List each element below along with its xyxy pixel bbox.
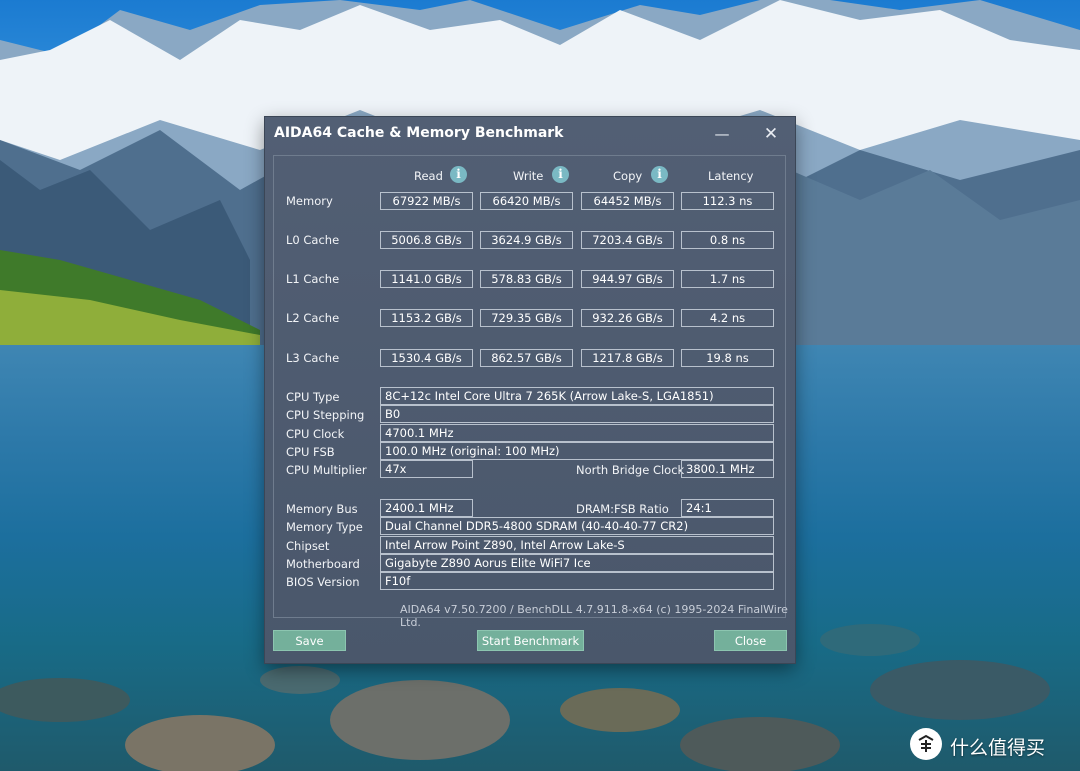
motherboard-value: Gigabyte Z890 Aorus Elite WiFi7 Ice bbox=[380, 554, 774, 572]
save-button[interactable]: Save bbox=[273, 630, 346, 651]
bios-version-label: BIOS Version bbox=[286, 575, 360, 589]
chipset-label: Chipset bbox=[286, 539, 330, 553]
start-benchmark-button[interactable]: Start Benchmark bbox=[477, 630, 584, 651]
l3-latency-value: 19.8 ns bbox=[681, 349, 774, 367]
l0-latency-value: 0.8 ns bbox=[681, 231, 774, 249]
read-info-icon[interactable]: i bbox=[450, 166, 467, 183]
cpu-type-label: CPU Type bbox=[286, 390, 340, 404]
write-info-icon[interactable]: i bbox=[552, 166, 569, 183]
cpu-type-value: 8C+12c Intel Core Ultra 7 265K (Arrow La… bbox=[380, 387, 774, 405]
memory-bus-value: 2400.1 MHz bbox=[380, 499, 473, 517]
cpu-clock-label: CPU Clock bbox=[286, 427, 345, 441]
memory-bus-label: Memory Bus bbox=[286, 502, 358, 516]
memory-write-value: 66420 MB/s bbox=[480, 192, 573, 210]
l0-read-value: 5006.8 GB/s bbox=[380, 231, 473, 249]
memory-copy-value: 64452 MB/s bbox=[581, 192, 674, 210]
l1-copy-value: 944.97 GB/s bbox=[581, 270, 674, 288]
cpu-multiplier-value: 47x bbox=[380, 460, 473, 478]
version-copyright-text: AIDA64 v7.50.7200 / BenchDLL 4.7.911.8-x… bbox=[400, 603, 788, 629]
memory-read-value: 67922 MB/s bbox=[380, 192, 473, 210]
l2-latency-value: 4.2 ns bbox=[681, 309, 774, 327]
memory-latency-value: 112.3 ns bbox=[681, 192, 774, 210]
row-label-l0-cache: L0 Cache bbox=[286, 233, 340, 247]
l1-latency-value: 1.7 ns bbox=[681, 270, 774, 288]
north-bridge-clock-label: North Bridge Clock bbox=[576, 463, 685, 477]
cpu-fsb-value: 100.0 MHz (original: 100 MHz) bbox=[380, 442, 774, 460]
l2-write-value: 729.35 GB/s bbox=[480, 309, 573, 327]
memory-type-label: Memory Type bbox=[286, 520, 363, 534]
l1-read-value: 1141.0 GB/s bbox=[380, 270, 473, 288]
row-label-l1-cache: L1 Cache bbox=[286, 272, 340, 286]
row-label-l2-cache: L2 Cache bbox=[286, 311, 340, 325]
column-header-read: Read bbox=[414, 169, 443, 183]
close-button[interactable]: Close bbox=[714, 630, 787, 651]
l0-copy-value: 7203.4 GB/s bbox=[581, 231, 674, 249]
bios-version-value: F10f bbox=[380, 572, 774, 590]
cpu-fsb-label: CPU FSB bbox=[286, 445, 335, 459]
memory-type-value: Dual Channel DDR5-4800 SDRAM (40-40-40-7… bbox=[380, 517, 774, 535]
l3-read-value: 1530.4 GB/s bbox=[380, 349, 473, 367]
benchmark-dialog: AIDA64 Cache & Memory Benchmark — ✕ Read… bbox=[265, 117, 795, 663]
l2-copy-value: 932.26 GB/s bbox=[581, 309, 674, 327]
cpu-stepping-value: B0 bbox=[380, 405, 774, 423]
l2-read-value: 1153.2 GB/s bbox=[380, 309, 473, 327]
motherboard-label: Motherboard bbox=[286, 557, 360, 571]
l3-write-value: 862.57 GB/s bbox=[480, 349, 573, 367]
dram-fsb-ratio-value: 24:1 bbox=[681, 499, 774, 517]
dram-fsb-ratio-label: DRAM:FSB Ratio bbox=[576, 502, 669, 516]
cpu-stepping-label: CPU Stepping bbox=[286, 408, 365, 422]
smzdm-logo-icon bbox=[910, 728, 942, 760]
column-header-copy: Copy bbox=[613, 169, 643, 183]
l1-write-value: 578.83 GB/s bbox=[480, 270, 573, 288]
column-header-write: Write bbox=[513, 169, 544, 183]
cpu-multiplier-label: CPU Multiplier bbox=[286, 463, 367, 477]
title-bar[interactable]: AIDA64 Cache & Memory Benchmark — ✕ bbox=[265, 117, 795, 151]
l3-copy-value: 1217.8 GB/s bbox=[581, 349, 674, 367]
north-bridge-clock-value: 3800.1 MHz bbox=[681, 460, 774, 478]
l0-write-value: 3624.9 GB/s bbox=[480, 231, 573, 249]
cpu-clock-value: 4700.1 MHz bbox=[380, 424, 774, 442]
row-label-l3-cache: L3 Cache bbox=[286, 351, 340, 365]
close-window-button[interactable]: ✕ bbox=[758, 121, 784, 147]
column-header-latency: Latency bbox=[708, 169, 754, 183]
minimize-button[interactable]: — bbox=[709, 121, 735, 147]
copy-info-icon[interactable]: i bbox=[651, 166, 668, 183]
watermark-text: 什么值得买 bbox=[950, 737, 1046, 759]
chipset-value: Intel Arrow Point Z890, Intel Arrow Lake… bbox=[380, 536, 774, 554]
row-label-memory: Memory bbox=[286, 194, 333, 208]
window-title: AIDA64 Cache & Memory Benchmark bbox=[274, 125, 564, 141]
